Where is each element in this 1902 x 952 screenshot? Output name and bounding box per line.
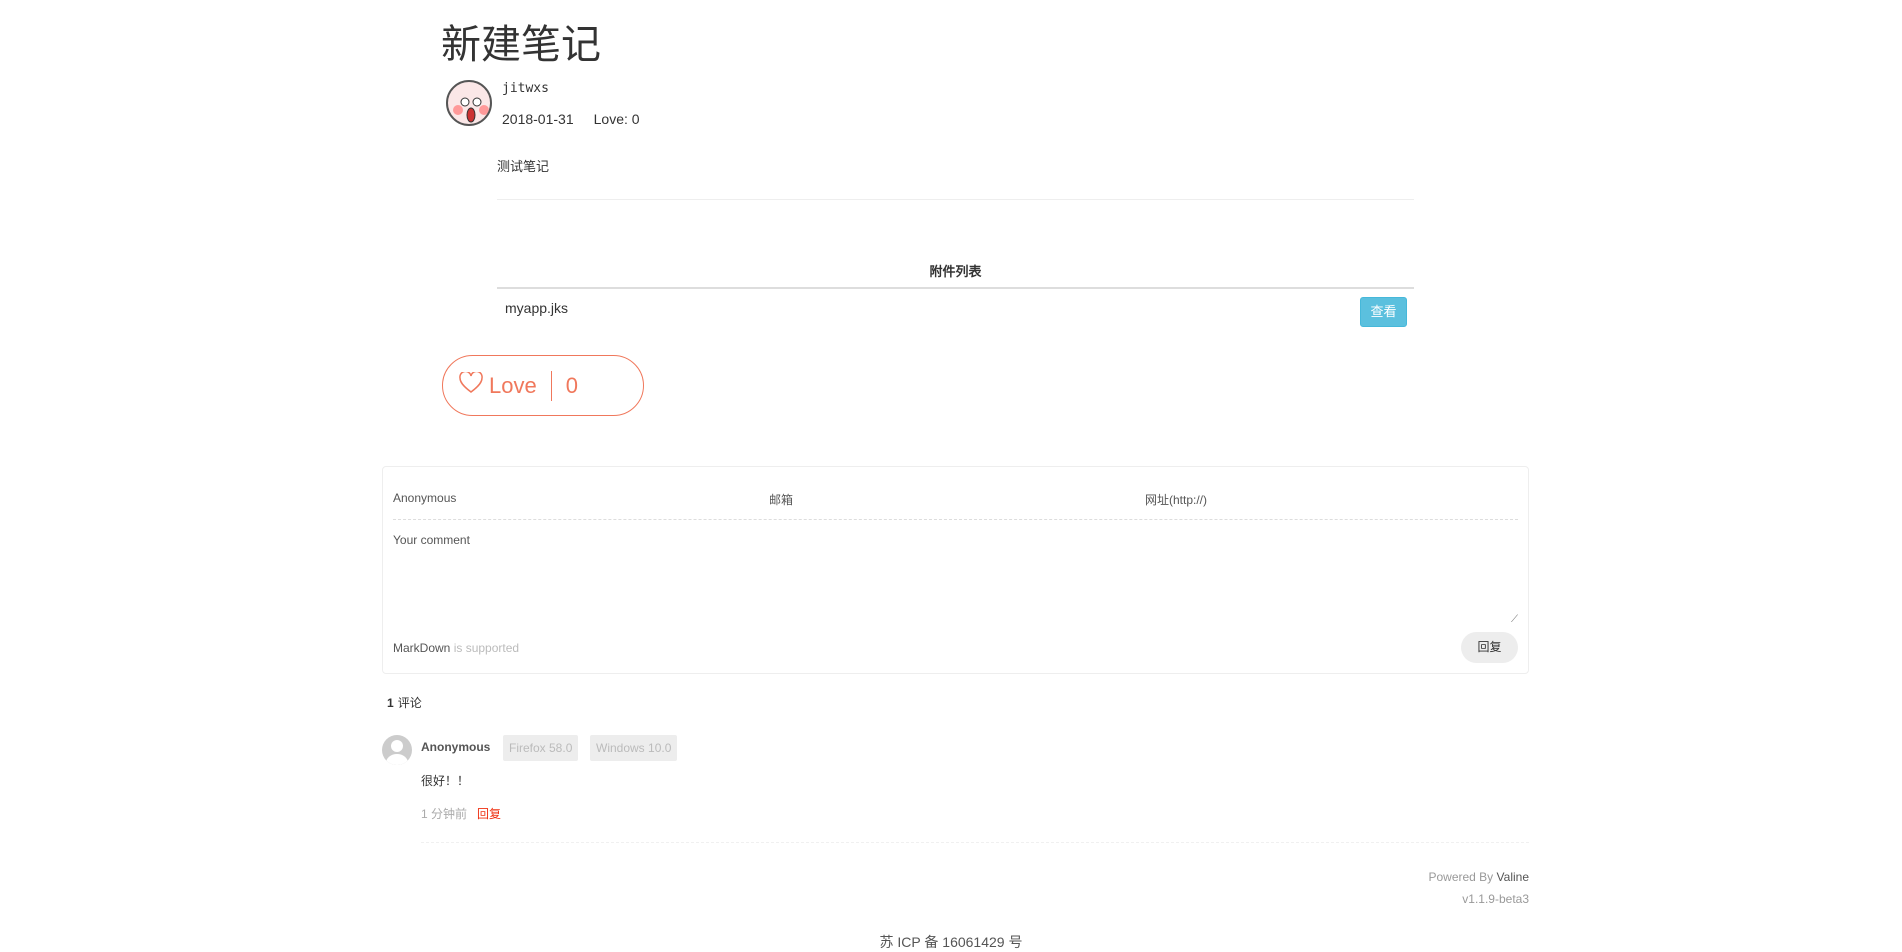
note-content: 测试笔记 bbox=[497, 159, 550, 174]
love-label: Love bbox=[489, 372, 537, 398]
markdown-suffix: is supported bbox=[450, 641, 520, 655]
powered-by: Powered By Valine bbox=[1428, 870, 1529, 884]
view-attachment-button[interactable]: 查看 bbox=[1360, 297, 1407, 327]
markdown-link[interactable]: MarkDown bbox=[393, 641, 450, 655]
divider bbox=[393, 519, 1518, 520]
commenter-avatar bbox=[382, 735, 412, 765]
page-title: 新建笔记 bbox=[441, 23, 601, 67]
website-input[interactable]: 网址(http://) bbox=[1145, 491, 1207, 508]
markdown-hint: MarkDown is supported bbox=[393, 641, 519, 655]
valine-link[interactable]: Valine bbox=[1497, 870, 1529, 884]
nick-input[interactable]: Anonymous bbox=[393, 491, 456, 505]
author-name: jitwxs bbox=[502, 81, 549, 96]
comment-count-number: 1 bbox=[387, 696, 394, 710]
comment-count-label: 评论 bbox=[397, 696, 422, 710]
icp-record[interactable]: 苏 ICP 备 16061429 号 bbox=[0, 932, 1902, 952]
separator bbox=[550, 370, 552, 401]
love-button[interactable]: Love 0 bbox=[442, 355, 644, 416]
author-avatar bbox=[446, 80, 492, 126]
comment-count: 1 评论 bbox=[387, 694, 422, 711]
attachment-name: myapp.jks bbox=[505, 300, 569, 316]
os-badge: Windows 10.0 bbox=[590, 735, 678, 761]
comment-form: Anonymous 邮箱 网址(http://) Your comment ⟋ … bbox=[382, 466, 1529, 674]
version: v1.1.9-beta3 bbox=[1462, 892, 1529, 906]
divider bbox=[497, 199, 1414, 200]
heart-icon bbox=[459, 370, 483, 400]
comment-text: 很好！！ bbox=[421, 774, 470, 788]
comment-reply-link[interactable]: 回复 bbox=[477, 805, 501, 822]
divider bbox=[421, 842, 1529, 843]
note-meta: 2018-01-31 Love: 0 bbox=[502, 111, 640, 127]
comment-textarea[interactable]: Your comment bbox=[393, 533, 470, 547]
submit-reply-button[interactable]: 回复 bbox=[1461, 632, 1518, 663]
attachments-header: 附件列表 bbox=[929, 264, 982, 279]
powered-label: Powered By bbox=[1428, 870, 1497, 884]
love-count: 0 bbox=[565, 372, 578, 398]
resize-handle-icon[interactable]: ⟋ bbox=[1511, 614, 1518, 625]
divider bbox=[497, 287, 1414, 289]
note-love-count: Love: 0 bbox=[593, 111, 640, 127]
commenter-name: Anonymous bbox=[421, 740, 491, 754]
comment-time: 1 分钟前 bbox=[421, 807, 468, 821]
browser-badge: Firefox 58.0 bbox=[503, 735, 579, 761]
note-date: 2018-01-31 bbox=[502, 111, 574, 127]
email-input[interactable]: 邮箱 bbox=[769, 491, 793, 508]
